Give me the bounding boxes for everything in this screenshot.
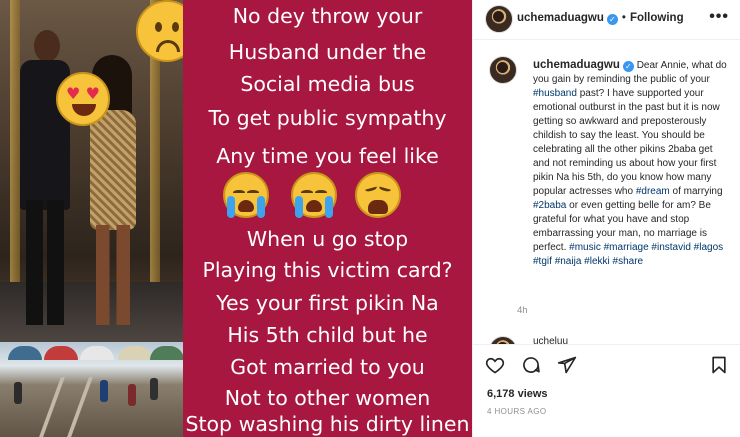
card-line: Not to other women [224,386,431,410]
heart-icon[interactable] [485,355,505,375]
post-time: 4 HOURS AGO [487,407,547,416]
post-media[interactable]: ♥ ♥ No dey throw your Husband under the S… [0,0,472,437]
hashtag-link[interactable]: #share [613,256,644,267]
card-line: No dey throw your [232,4,423,28]
hashtag-link[interactable]: #tgif [533,256,552,267]
caption-text: uchemaduagwu ✓ Dear Annie, what do you ga… [533,58,731,269]
card-line: Husband under the [228,40,427,64]
card-line: Got married to you [230,355,425,379]
caption-age: 4h [517,305,528,316]
separator-dot: • [621,12,626,24]
hashtag-link[interactable]: #2baba [533,200,566,211]
view-count[interactable]: 6,178 views [487,388,548,400]
market-railway-photo [0,342,183,437]
save-icon[interactable] [709,355,729,375]
card-line: His 5th child but he [227,323,428,347]
more-options-icon[interactable]: ••• [709,8,729,26]
hashtag-link[interactable]: #instavid [651,242,690,253]
loudly-crying-face-emoji-icon [291,172,337,218]
hashtag-link[interactable]: #naija [555,256,582,267]
avatar[interactable] [485,5,513,33]
comment-peek: ucheluu [489,336,729,344]
post-sidebar: uchemaduagwu ✓ • Following ••• uchemaduagwu… [472,0,740,437]
hashtag-link[interactable]: #husband [533,88,577,99]
heart-eyes-emoji-icon: ♥ ♥ [56,72,110,126]
hashtag-link[interactable]: #lekki [584,256,610,267]
following-button[interactable]: Following [630,12,684,24]
username-link[interactable]: uchemaduagwu [533,59,620,71]
hashtag-link[interactable]: #marriage [604,242,649,253]
card-line: Stop washing his dirty linen [185,412,470,436]
card-line: Any time you feel like [216,144,439,168]
avatar[interactable] [489,336,517,344]
username-link[interactable]: uchemaduagwu [517,12,604,24]
caption-segment: past? I have supported your emotional ou… [533,88,720,197]
post-header: uchemaduagwu ✓ • Following ••• [473,0,740,40]
man-figure [14,30,74,330]
hashtag-link[interactable]: #music [569,242,601,253]
card-line: When u go stop [246,227,409,251]
comment-text: ucheluu [533,336,569,344]
text-card: No dey throw your Husband under the Soci… [183,0,472,437]
share-icon[interactable] [557,355,577,375]
action-bar [473,344,740,384]
card-line: Social media bus [240,72,415,96]
verified-badge-icon: ✓ [622,61,634,72]
hashtag-link[interactable]: #dream [636,186,670,197]
weary-face-emoji-icon [355,172,401,218]
card-line: Playing this victim card? [202,258,453,282]
caption-segment: of marrying [669,186,723,197]
card-line: Yes your first pikin Na [216,291,439,315]
card-line: To get public sympathy [208,106,447,130]
loudly-crying-face-emoji-icon [223,172,269,218]
hashtag-link[interactable]: #lagos [694,242,723,253]
avatar[interactable] [489,56,517,84]
comment-icon[interactable] [521,355,541,375]
verified-badge-icon: ✓ [606,14,618,25]
